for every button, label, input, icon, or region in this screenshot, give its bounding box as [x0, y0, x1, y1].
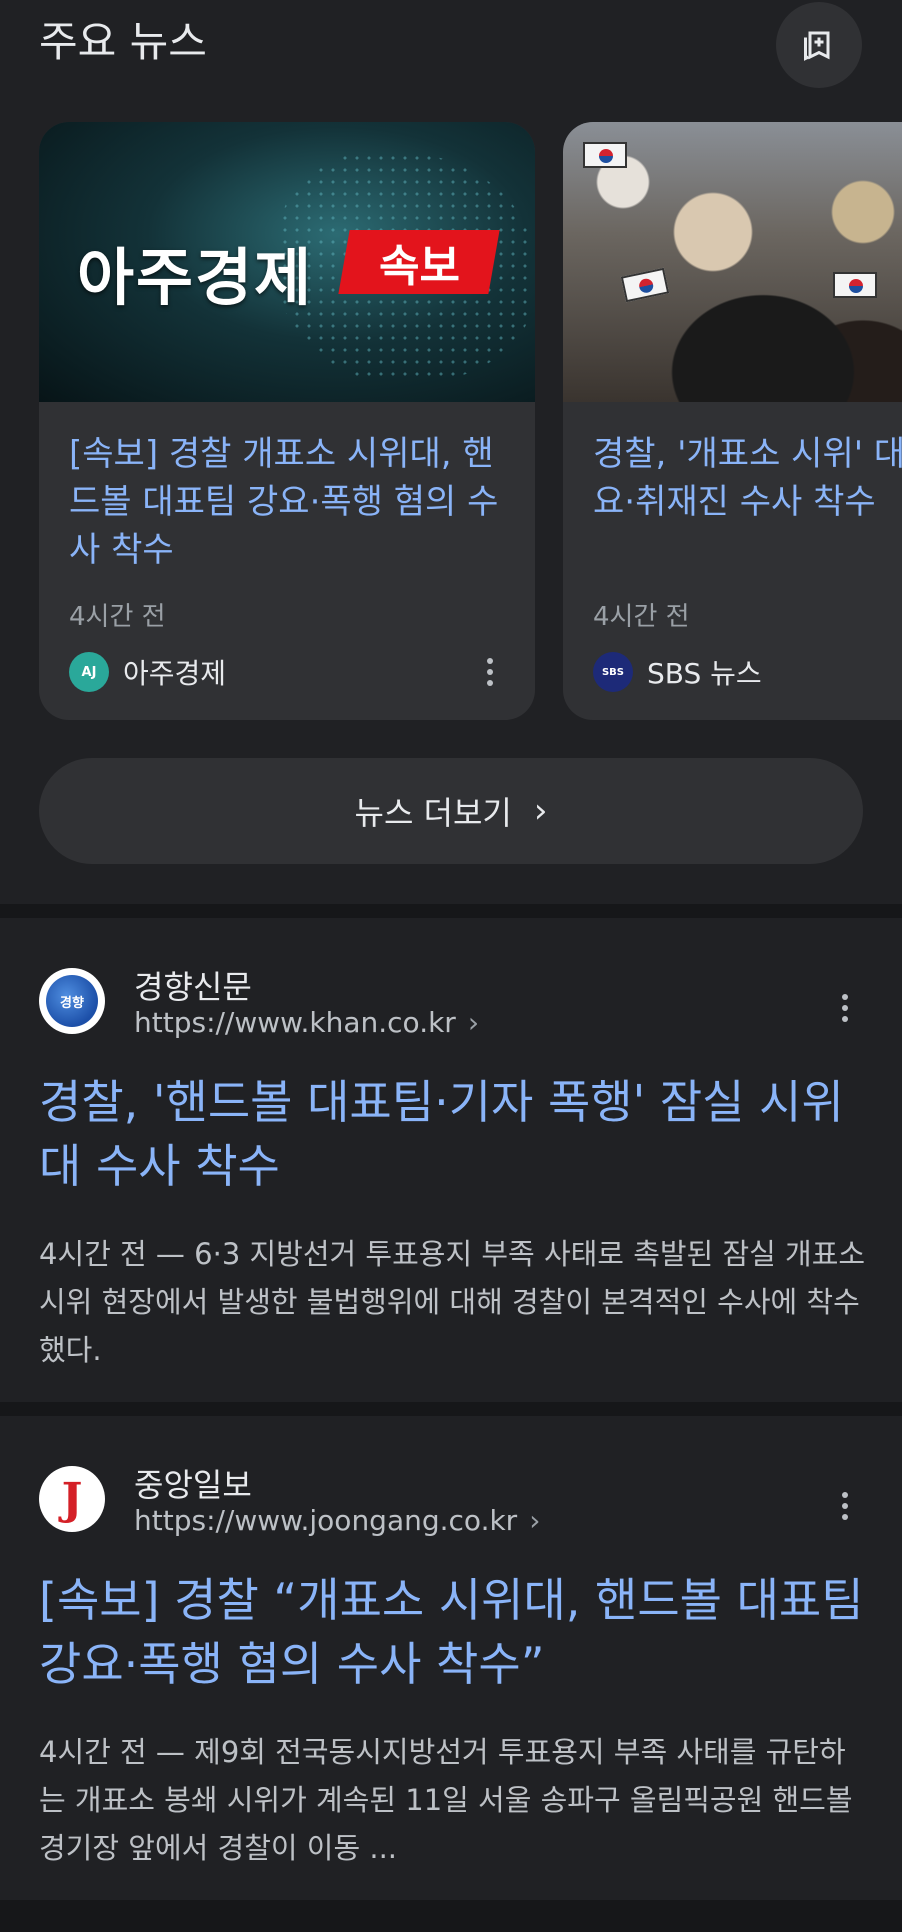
section-divider [0, 1900, 902, 1932]
result-title-link[interactable]: 경찰, '핸드볼 대표팀·기자 폭행' 잠실 시위대 수사 착수 [39, 1070, 879, 1198]
more-news-button[interactable]: 뉴스 더보기 › [39, 758, 863, 864]
site-url[interactable]: https://www.joongang.co.kr › [134, 1504, 540, 1537]
news-carousel[interactable]: 아주경제 속보 [속보] 경찰 개표소 시위대, 핸드볼 대표팀 강요·폭행 혐… [0, 122, 902, 720]
section-divider [0, 904, 902, 918]
result-snippet: 4시간 전 — 제9회 전국동시지방선거 투표용지 부족 사태를 규탄하는 개표… [39, 1735, 853, 1865]
url-text: https://www.khan.co.kr [134, 1006, 456, 1039]
news-time: 4시간 전 [69, 602, 166, 632]
source-logo: SBS [593, 652, 633, 692]
site-logo-text: J [61, 1473, 83, 1525]
news-card[interactable]: 아주경제 속보 [속보] 경찰 개표소 시위대, 핸드볼 대표팀 강요·폭행 혐… [39, 122, 535, 720]
top-news-section: 주요 뉴스 아주경제 속보 [속보] 경찰 개표소 시위대, 핸드볼 대표팀 강… [0, 0, 902, 904]
site-url[interactable]: https://www.khan.co.kr › [134, 1006, 479, 1039]
chevron-right-icon: › [533, 791, 548, 831]
news-source: SBS SBS 뉴스 [593, 652, 762, 692]
flag-graphic [583, 142, 627, 168]
result-title-link[interactable]: [속보] 경찰 “개표소 시위대, 핸드볼 대표팀 강요·폭행 혐의 수사 착수… [39, 1568, 879, 1696]
news-headline[interactable]: [속보] 경찰 개표소 시위대, 핸드볼 대표팀 강요·폭행 혐의 수사 착수 [69, 430, 509, 574]
url-text: https://www.joongang.co.kr [134, 1504, 518, 1537]
site-logo-text: 경향 [46, 975, 98, 1027]
bookmark-stack-icon [804, 31, 830, 61]
news-thumbnail[interactable] [563, 122, 902, 402]
more-options-icon[interactable] [475, 652, 505, 692]
breaking-badge: 속보 [338, 230, 500, 294]
source-logo: AJ [69, 652, 109, 692]
search-result[interactable]: 경향 경향신문 https://www.khan.co.kr › 경찰, '핸드볼… [0, 918, 902, 1402]
more-news-label: 뉴스 더보기 [354, 794, 512, 832]
breaking-badge-text: 속보 [378, 241, 460, 292]
site-name[interactable]: 경향신문 [134, 962, 252, 1008]
source-name: SBS 뉴스 [647, 657, 762, 690]
result-snippet: 4시간 전 — 6·3 지방선거 투표용지 부족 사태로 촉발된 잠실 개표소 … [39, 1237, 866, 1367]
save-button[interactable] [776, 2, 862, 88]
site-name[interactable]: 중앙일보 [134, 1460, 252, 1506]
source-name: 아주경제 [123, 657, 227, 690]
news-headline[interactable]: 경찰, '개표소 시위' 대표팀 강요·취재진 수사 착수 [593, 430, 902, 526]
section-divider [0, 1402, 902, 1416]
chevron-right-icon: › [467, 1006, 480, 1039]
site-logo[interactable]: 경향 [39, 968, 105, 1034]
section-title: 주요 뉴스 [39, 17, 207, 66]
more-options-icon[interactable] [830, 1486, 860, 1526]
news-time: 4시간 전 [593, 602, 690, 632]
news-card[interactable]: 경찰, '개표소 시위' 대표팀 강요·취재진 수사 착수 4시간 전 SBS … [563, 122, 902, 720]
chevron-right-icon: › [529, 1504, 541, 1537]
news-source: AJ 아주경제 [69, 652, 226, 692]
flag-graphic [833, 272, 877, 298]
thumbnail-brand-text: 아주경제 [77, 241, 314, 314]
more-options-icon[interactable] [830, 988, 860, 1028]
site-logo[interactable]: J [39, 1466, 105, 1532]
news-thumbnail[interactable]: 아주경제 속보 [39, 122, 535, 402]
flag-graphic [620, 267, 670, 303]
search-result[interactable]: J 중앙일보 https://www.joongang.co.kr › [속보] … [0, 1416, 902, 1900]
